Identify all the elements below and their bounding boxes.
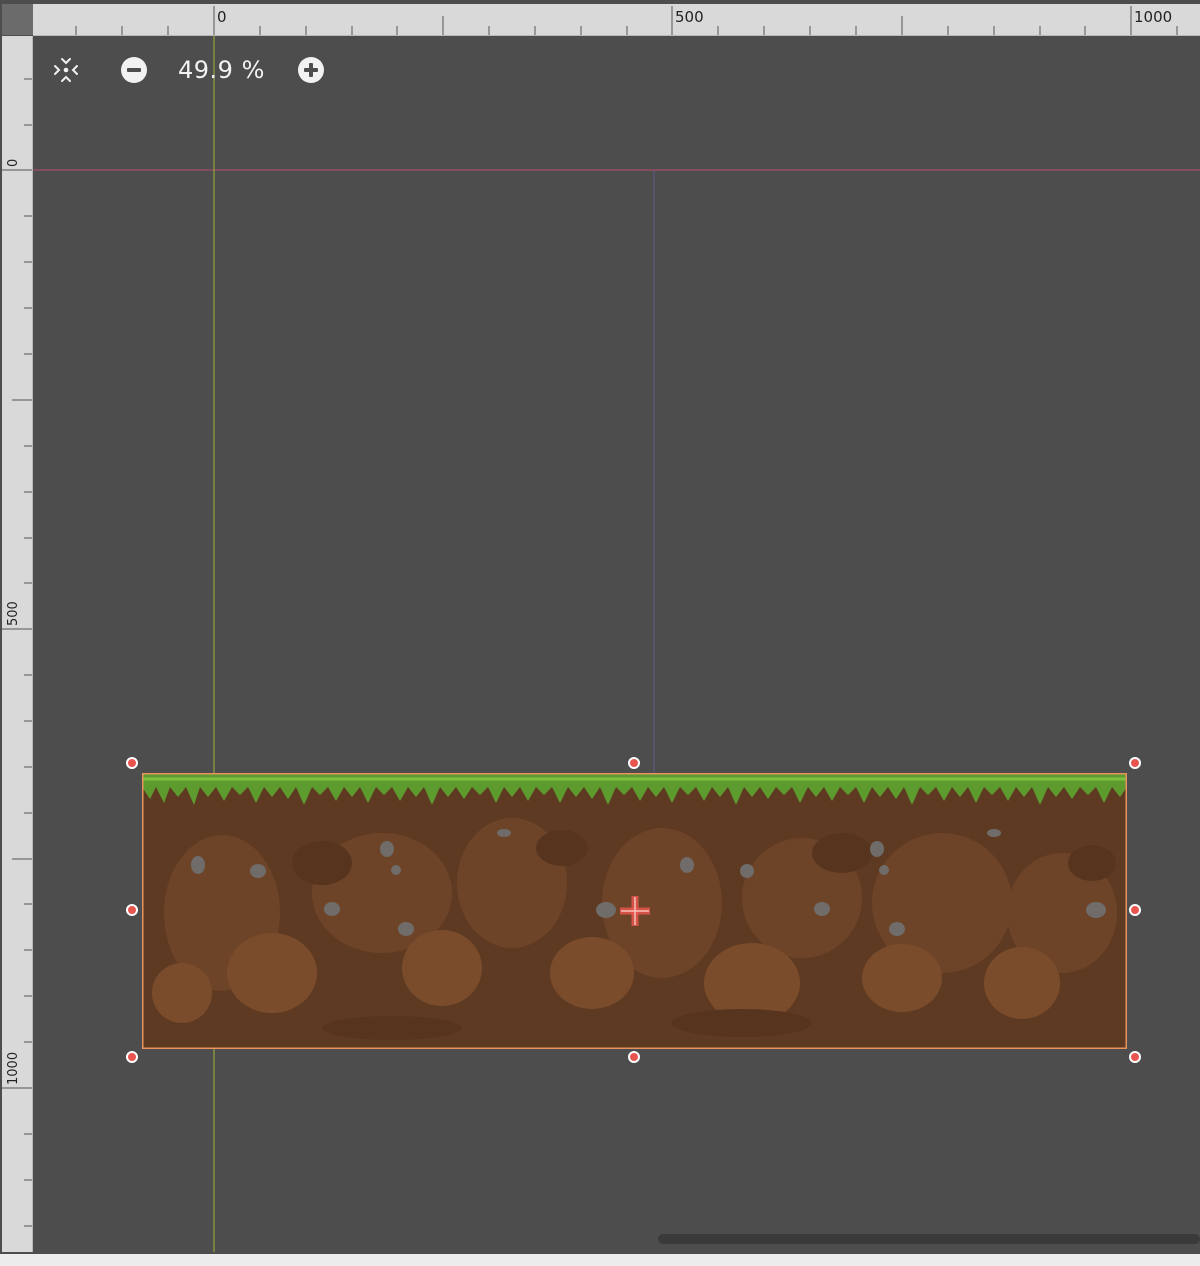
scene-editor: 0 500 1000 0 500 1000 49.9 %: [0, 0, 1200, 1254]
vertical-ruler[interactable]: 0 500 1000: [2, 36, 33, 1252]
ruler-label-0: 0: [217, 8, 227, 26]
resize-handle-left[interactable]: [126, 904, 138, 916]
resize-handle-top-left[interactable]: [126, 757, 138, 769]
zoom-toolbar: 49.9 %: [50, 52, 327, 88]
ruler-label-1000: 1000: [1134, 8, 1173, 26]
zoom-level-label: 49.9 %: [178, 56, 265, 84]
resize-handle-bottom-right[interactable]: [1129, 1051, 1141, 1063]
plus-circle-icon[interactable]: [295, 54, 327, 86]
horizontal-ruler-ticks: [75, 6, 1178, 35]
resize-handle-top[interactable]: [628, 757, 640, 769]
horizontal-scrollbar[interactable]: [658, 1234, 1200, 1244]
horizontal-ruler[interactable]: 0 500 1000: [33, 4, 1200, 36]
bottom-panel-edge: [0, 1254, 1200, 1266]
ruler-label-v-0: 0: [6, 158, 21, 167]
resize-handle-top-right[interactable]: [1129, 757, 1141, 769]
resize-handle-right[interactable]: [1129, 904, 1141, 916]
canvas-guides: [33, 36, 1200, 1252]
ruler-corner: [2, 4, 33, 35]
ruler-label-v-1000: 1000: [6, 1051, 21, 1085]
minus-circle-icon[interactable]: [118, 54, 150, 86]
resize-handle-bottom-left[interactable]: [126, 1051, 138, 1063]
ruler-label-500: 500: [675, 8, 704, 26]
pivot-crosshair-icon[interactable]: [620, 896, 650, 926]
resize-handle-bottom[interactable]: [628, 1051, 640, 1063]
ruler-label-v-500: 500: [6, 601, 21, 626]
canvas-viewport[interactable]: [33, 36, 1200, 1252]
center-view-icon[interactable]: [50, 54, 82, 86]
